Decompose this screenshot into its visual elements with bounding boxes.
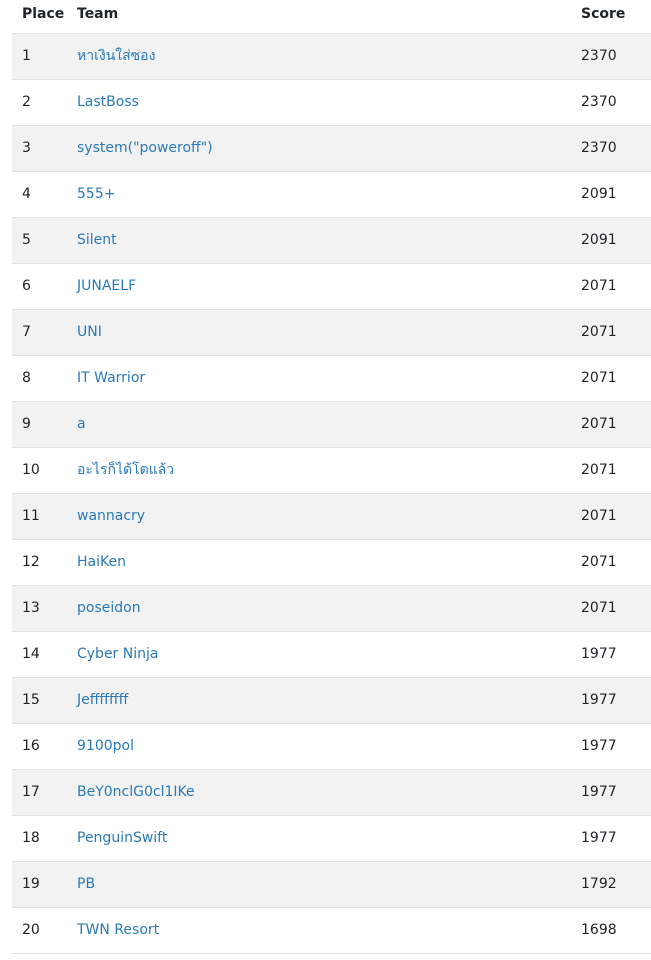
- place-cell: 17: [22, 784, 40, 800]
- score-cell: 2071: [581, 508, 617, 524]
- team-link[interactable]: Silent: [77, 232, 117, 248]
- team-link[interactable]: IT Warrior: [77, 370, 145, 386]
- table-row: 7 UNI 2071: [12, 310, 651, 356]
- score-cell: 2370: [581, 94, 617, 110]
- team-link[interactable]: PB: [77, 876, 95, 892]
- place-cell: 11: [22, 508, 40, 524]
- team-link[interactable]: system("poweroff"): [77, 140, 213, 156]
- score-cell: 1698: [581, 922, 617, 938]
- place-cell: 12: [22, 554, 40, 570]
- table-row: 19 PB 1792: [12, 862, 651, 908]
- table-row: 16 9100pol 1977: [12, 724, 651, 770]
- score-cell: 2071: [581, 370, 617, 386]
- team-link[interactable]: TWN Resort: [77, 922, 159, 938]
- place-cell: 8: [22, 370, 31, 386]
- table-row: 12 HaiKen 2071: [12, 540, 651, 586]
- header-team: Team: [77, 6, 119, 22]
- table-row: 6 JUNAELF 2071: [12, 264, 651, 310]
- score-cell: 2370: [581, 48, 617, 64]
- table-row: 2 LastBoss 2370: [12, 80, 651, 126]
- score-cell: 2071: [581, 600, 617, 616]
- table-row: 4 555+ 2091: [12, 172, 651, 218]
- table-row: 13 poseidon 2071: [12, 586, 651, 632]
- header-place: Place: [22, 6, 65, 22]
- score-cell: 1977: [581, 646, 617, 662]
- table-row: 11 wannacry 2071: [12, 494, 651, 540]
- place-cell: 7: [22, 324, 31, 340]
- team-link[interactable]: Cyber Ninja: [77, 646, 158, 662]
- team-link[interactable]: a: [77, 416, 86, 432]
- scoreboard-table: Place Team Score 1 หาเงินใส่ซอง 2370 2 LastB…: [0, 0, 651, 960]
- place-cell: 5: [22, 232, 31, 248]
- place-cell: 2: [22, 94, 31, 110]
- table-header: Place Team Score: [12, 0, 651, 34]
- table-row: 9 a 2071: [12, 402, 651, 448]
- score-cell: 1977: [581, 830, 617, 846]
- table-row: 3 system("poweroff") 2370: [12, 126, 651, 172]
- score-cell: 2071: [581, 554, 617, 570]
- team-link[interactable]: อะไรก็ได้โตแล้ว: [77, 462, 174, 478]
- score-cell: 2071: [581, 462, 617, 478]
- team-link[interactable]: 9100pol: [77, 738, 134, 754]
- place-cell: 15: [22, 692, 40, 708]
- place-cell: 14: [22, 646, 40, 662]
- place-cell: 18: [22, 830, 40, 846]
- score-cell: 2071: [581, 324, 617, 340]
- team-link[interactable]: JUNAELF: [77, 278, 136, 294]
- score-cell: 2071: [581, 416, 617, 432]
- team-link[interactable]: PenguinSwift: [77, 830, 167, 846]
- team-link[interactable]: HaiKen: [77, 554, 126, 570]
- score-cell: 2091: [581, 232, 617, 248]
- team-link[interactable]: UNI: [77, 324, 102, 340]
- place-cell: 6: [22, 278, 31, 294]
- header-score: Score: [581, 6, 626, 22]
- table-row: 8 IT Warrior 2071: [12, 356, 651, 402]
- team-link[interactable]: 555+: [77, 186, 115, 202]
- team-link[interactable]: หาเงินใส่ซอง: [77, 48, 155, 64]
- score-cell: 1977: [581, 784, 617, 800]
- place-cell: 13: [22, 600, 40, 616]
- team-link[interactable]: BeY0nclG0cl1IKe: [77, 784, 195, 800]
- place-cell: 1: [22, 48, 31, 64]
- place-cell: 16: [22, 738, 40, 754]
- team-link[interactable]: LastBoss: [77, 94, 139, 110]
- table-row: 20 TWN Resort 1698: [12, 908, 651, 954]
- table-body: 1 หาเงินใส่ซอง 2370 2 LastBoss 2370 3 system("p…: [12, 34, 651, 954]
- place-cell: 4: [22, 186, 31, 202]
- place-cell: 9: [22, 416, 31, 432]
- score-cell: 1977: [581, 692, 617, 708]
- place-cell: 19: [22, 876, 40, 892]
- place-cell: 20: [22, 922, 40, 938]
- table-row: 14 Cyber Ninja 1977: [12, 632, 651, 678]
- score-cell: 1977: [581, 738, 617, 754]
- team-link[interactable]: wannacry: [77, 508, 145, 524]
- score-cell: 2370: [581, 140, 617, 156]
- table-row: 10 อะไรก็ได้โตแล้ว 2071: [12, 448, 651, 494]
- table-row: 5 Silent 2091: [12, 218, 651, 264]
- table-row: 17 BeY0nclG0cl1IKe 1977: [12, 770, 651, 816]
- score-cell: 2071: [581, 278, 617, 294]
- team-link[interactable]: poseidon: [77, 600, 141, 616]
- score-cell: 2091: [581, 186, 617, 202]
- table-row: 1 หาเงินใส่ซอง 2370: [12, 34, 651, 80]
- team-link[interactable]: Jeffffffff: [77, 692, 128, 708]
- table-row: 18 PenguinSwift 1977: [12, 816, 651, 862]
- place-cell: 10: [22, 462, 40, 478]
- table-row: 15 Jeffffffff 1977: [12, 678, 651, 724]
- place-cell: 3: [22, 140, 31, 156]
- score-cell: 1792: [581, 876, 617, 892]
